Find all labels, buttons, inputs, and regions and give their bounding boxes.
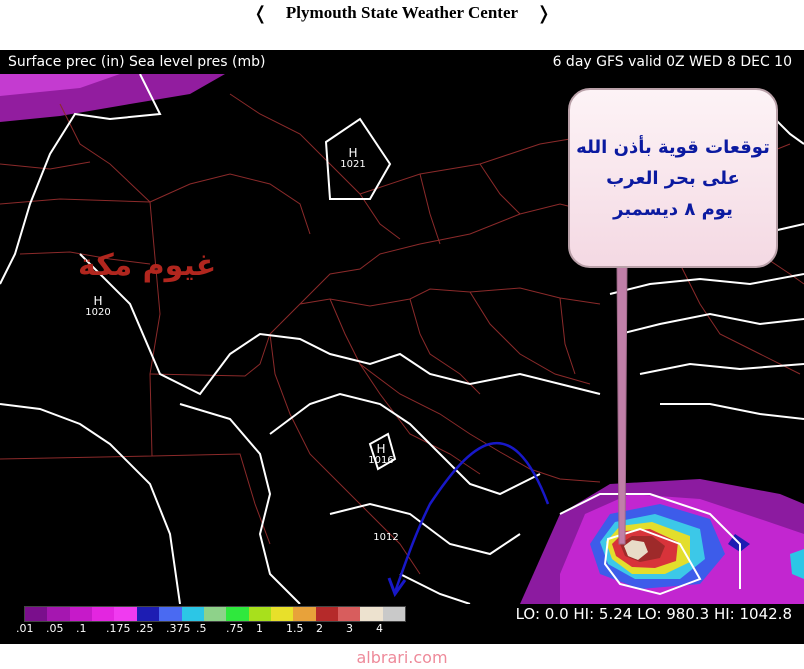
page-title: Plymouth State Weather Center bbox=[285, 3, 519, 22]
forecast-callout: توقعات قوية بأذن الله على بحر العرب يوم … bbox=[568, 88, 778, 268]
legend-tick-label: .05 bbox=[46, 622, 64, 635]
legend-swatch bbox=[114, 607, 137, 621]
site-watermark: albrari.com bbox=[356, 648, 448, 667]
legend-tick-label: 1.5 bbox=[286, 622, 304, 635]
header: ❬ Plymouth State Weather Center ❭ bbox=[0, 0, 804, 26]
pressure-value: 1021 bbox=[340, 159, 366, 170]
pressure-symbol: H bbox=[93, 294, 103, 308]
legend-swatch bbox=[382, 607, 406, 621]
callout-line-2: على بحر العرب bbox=[606, 167, 740, 189]
legend-swatch bbox=[315, 607, 339, 621]
legend-tick-label: 2 bbox=[316, 622, 323, 635]
valid-time-label: 6 day GFS valid 0Z WED 8 DEC 10 bbox=[552, 54, 792, 70]
pressure-symbol: H bbox=[348, 146, 358, 160]
product-label: Surface prec (in) Sea level pres (mb) bbox=[8, 54, 266, 70]
field-stats: LO: 0.0 HI: 5.24 LO: 980.3 HI: 1042.8 bbox=[515, 605, 792, 623]
callout-pointer bbox=[616, 261, 628, 545]
legend-swatch bbox=[69, 607, 93, 621]
precip-legend-ticks: .01 .05 .1 .175 .25 .375 .5 .75 1 1.5 2 3 4 bbox=[16, 622, 416, 636]
legend-swatch bbox=[338, 607, 361, 621]
legend-swatch bbox=[136, 607, 160, 621]
legend-tick-label: .1 bbox=[76, 622, 87, 635]
pressure-center-1012: 1012 bbox=[366, 532, 406, 543]
legend-swatch bbox=[92, 607, 115, 621]
pressure-symbol: H bbox=[376, 442, 386, 456]
legend-swatch bbox=[226, 607, 249, 621]
legend-swatch bbox=[181, 607, 204, 621]
pressure-center-high-1016: H 1016 bbox=[361, 442, 401, 466]
map-subheader: Surface prec (in) Sea level pres (mb) 6 … bbox=[0, 50, 804, 74]
pressure-value: 1020 bbox=[85, 307, 111, 318]
legend-swatch bbox=[270, 607, 294, 621]
precip-legend-bar bbox=[24, 606, 406, 622]
legend-tick-label: 4 bbox=[376, 622, 383, 635]
pressure-value: 1012 bbox=[373, 532, 399, 543]
callout-line-1: توقعات قوية بأذن الله bbox=[576, 136, 770, 158]
legend-swatch bbox=[360, 607, 383, 621]
pressure-center-high-1021: H 1021 bbox=[333, 146, 373, 170]
legend-tick-label: .25 bbox=[136, 622, 154, 635]
legend-swatch bbox=[47, 607, 70, 621]
legend-tick-label: .01 bbox=[16, 622, 34, 635]
legend-swatch bbox=[25, 607, 48, 621]
logo-wing-right-icon: ❭ bbox=[536, 2, 552, 24]
legend-tick-label: .5 bbox=[196, 622, 207, 635]
legend-tick-label: 3 bbox=[346, 622, 353, 635]
legend-swatch bbox=[293, 607, 316, 621]
callout-line-3: يوم ٨ ديسمبر bbox=[613, 198, 733, 220]
legend-swatch bbox=[203, 607, 227, 621]
mecca-clouds-label: غيوم مكة bbox=[78, 248, 217, 283]
legend-swatch bbox=[248, 607, 271, 621]
pressure-value: 1016 bbox=[368, 455, 394, 466]
legend-tick-label: .375 bbox=[166, 622, 191, 635]
logo-wing-left-icon: ❬ bbox=[252, 2, 268, 24]
legend-tick-label: .75 bbox=[226, 622, 244, 635]
pressure-center-high-1020: H 1020 bbox=[78, 294, 118, 318]
legend-tick-label: 1 bbox=[256, 622, 263, 635]
legend-swatch bbox=[159, 607, 182, 621]
legend-tick-label: .175 bbox=[106, 622, 131, 635]
